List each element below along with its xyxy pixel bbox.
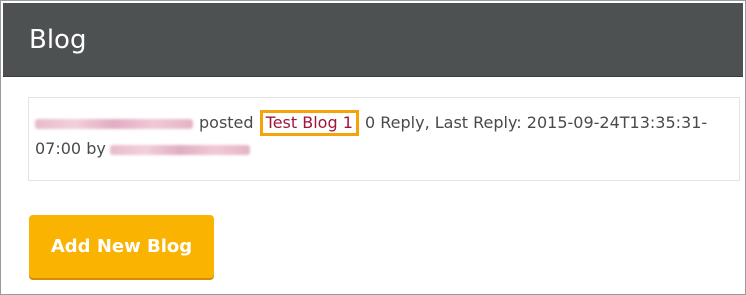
posted-label: posted [199,113,254,132]
author-name-redacted[interactable] [35,118,193,129]
blog-post-summary: posted Test Blog 1 0 Reply, Last Reply: … [35,110,725,161]
last-replier-redacted[interactable] [109,144,250,155]
blog-post-item: posted Test Blog 1 0 Reply, Last Reply: … [28,97,740,181]
blog-title-link[interactable]: Test Blog 1 [259,110,359,136]
blog-panel: Blog posted Test Blog 1 0 Reply, Last Re… [0,0,746,295]
panel-title: Blog [29,25,87,55]
add-new-blog-button[interactable]: Add New Blog [29,215,214,278]
panel-header: Blog [3,3,743,77]
